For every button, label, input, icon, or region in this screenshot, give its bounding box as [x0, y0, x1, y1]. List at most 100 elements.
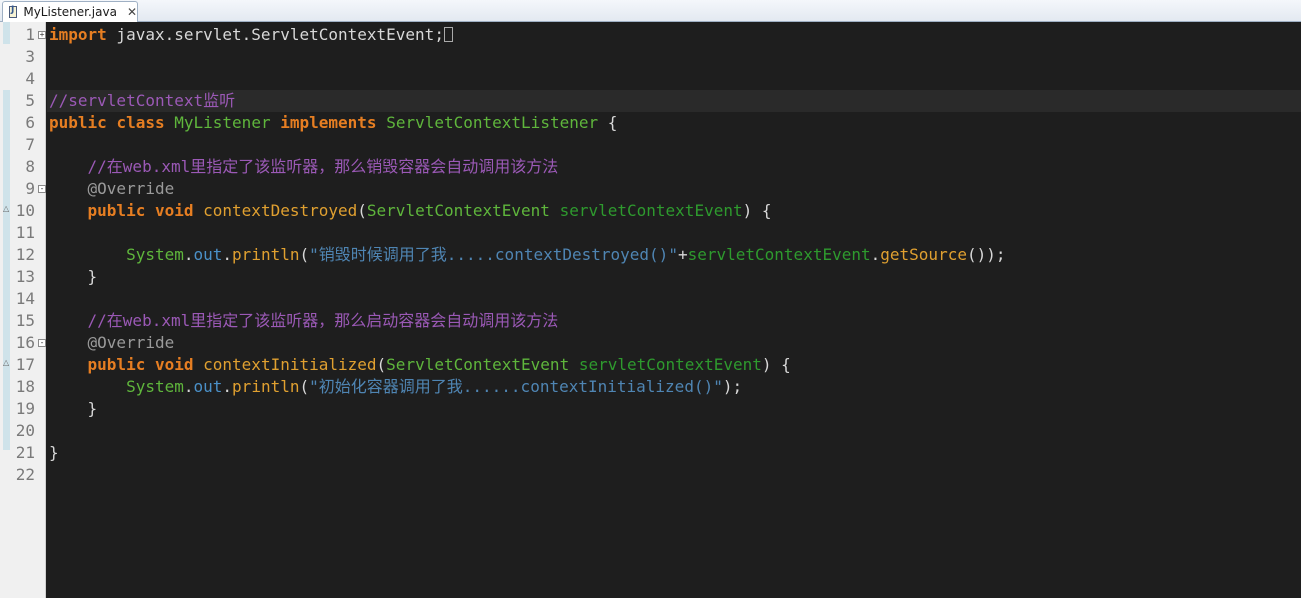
code-line[interactable]: import javax.servlet.ServletContextEvent…: [49, 24, 453, 46]
code-token: ServletContextEvent: [366, 201, 550, 220]
code-token: out: [193, 377, 223, 396]
code-token: out: [193, 245, 223, 264]
collapsed-imports-icon[interactable]: [443, 27, 453, 42]
code-line[interactable]: @Override: [49, 332, 175, 354]
code-token: }: [49, 267, 98, 286]
code-token: //servletContext监听: [49, 91, 236, 110]
code-token: contextInitialized: [203, 355, 377, 374]
code-line[interactable]: //在web.xml里指定了该监听器，那么销毁容器会自动调用该方法: [49, 156, 559, 178]
line-number-gutter: 1 +3 4 5 6 7 8 9-10 11 12 13 14 15 16-17 18 19 20 21 22: [12, 22, 46, 598]
code-token: println: [232, 377, 300, 396]
line-number: 8: [25, 157, 35, 176]
code-token: .: [222, 245, 233, 264]
code-token: }: [49, 399, 98, 418]
line-number: 18: [15, 377, 35, 396]
code-token: println: [232, 245, 300, 264]
code-line[interactable]: }: [49, 442, 59, 464]
code-area[interactable]: import javax.servlet.ServletContextEvent…: [49, 24, 1299, 598]
line-number: 5: [25, 91, 35, 110]
line-number: 21: [15, 443, 35, 462]
code-token: +: [677, 245, 688, 264]
code-token: getSource: [880, 245, 967, 264]
fold-collapse-icon[interactable]: -: [38, 185, 46, 193]
code-token: ServletContextListener: [386, 113, 599, 132]
code-line[interactable]: System.out.println("初始化容器调用了我......conte…: [49, 376, 742, 398]
line-number: 15: [15, 311, 35, 330]
code-line[interactable]: }: [49, 398, 98, 420]
code-token: System: [126, 377, 184, 396]
code-token: //在web.xml里指定了该监听器，那么启动容器会自动调用该方法: [87, 311, 559, 330]
close-icon[interactable]: ✕: [127, 6, 137, 18]
code-token: ServletContextEvent: [386, 355, 570, 374]
code-token: servletContextEvent: [559, 201, 743, 220]
code-token: implements: [280, 113, 377, 132]
code-token: {: [598, 113, 618, 132]
code-token: class: [116, 113, 165, 132]
code-line[interactable]: }: [49, 266, 98, 288]
code-token: (: [299, 245, 310, 264]
code-token: (: [376, 355, 387, 374]
ruler-change-marker: [3, 90, 10, 450]
code-token: }: [49, 443, 59, 462]
code-line[interactable]: public void contextDestroyed(ServletCont…: [49, 200, 772, 222]
fold-collapse-icon[interactable]: -: [38, 339, 46, 347]
code-line[interactable]: //servletContext监听: [49, 90, 235, 112]
line-number: 1: [25, 25, 35, 44]
code-token: @Override: [87, 333, 175, 352]
line-number: 17: [15, 355, 35, 374]
code-line[interactable]: public void contextInitialized(ServletCo…: [49, 354, 791, 376]
code-token: "销毁时候调用了我.....contextDestroyed()": [309, 245, 678, 264]
code-line[interactable]: //在web.xml里指定了该监听器，那么启动容器会自动调用该方法: [49, 310, 559, 332]
tab-mylistener-java[interactable]: MyListener.java ✕: [2, 1, 138, 22]
code-token: contextDestroyed: [203, 201, 358, 220]
code-token: "初始化容器调用了我......contextInitialized()": [309, 377, 723, 396]
line-number: 20: [15, 421, 35, 440]
editor-window: MyListener.java ✕ △ △ 1+3456789-10111213…: [0, 0, 1301, 598]
line-number: 3: [25, 47, 35, 66]
code-token: servletContextEvent: [578, 355, 762, 374]
code-editor[interactable]: △ △ 1 +3 4 5 6 7 8 9-10 11 12 13 14 15 16-17 18 19 20 21 2…: [0, 22, 1301, 598]
code-token: ) {: [761, 355, 791, 374]
line-number: 6: [25, 113, 35, 132]
override-marker-icon: △: [3, 204, 10, 213]
code-token: ());: [966, 245, 1006, 264]
code-token: .: [870, 245, 881, 264]
code-token: public: [87, 201, 146, 220]
code-line[interactable]: System.out.println("销毁时候调用了我.....context…: [49, 244, 1006, 266]
fold-expand-icon[interactable]: +: [38, 31, 46, 39]
line-number: 11: [15, 223, 35, 242]
line-number: 7: [25, 135, 35, 154]
code-token: (: [357, 201, 367, 220]
code-token: public: [49, 113, 107, 132]
code-token: (: [299, 377, 310, 396]
code-token: .: [183, 245, 194, 264]
override-marker-icon: △: [3, 358, 10, 367]
code-line[interactable]: @Override: [49, 178, 175, 200]
java-file-icon: [9, 5, 18, 18]
code-token: ) {: [742, 201, 772, 220]
line-number: 13: [15, 267, 35, 286]
line-number: 16: [15, 333, 35, 352]
code-token: .: [183, 377, 194, 396]
code-token: System: [126, 245, 184, 264]
code-line[interactable]: public class MyListener implements Servl…: [49, 112, 617, 134]
line-number: 22: [15, 465, 35, 484]
overview-ruler: △ △: [0, 22, 12, 598]
code-token: MyListener: [174, 113, 271, 132]
code-token: import: [49, 25, 107, 44]
line-number: 9: [25, 179, 35, 198]
